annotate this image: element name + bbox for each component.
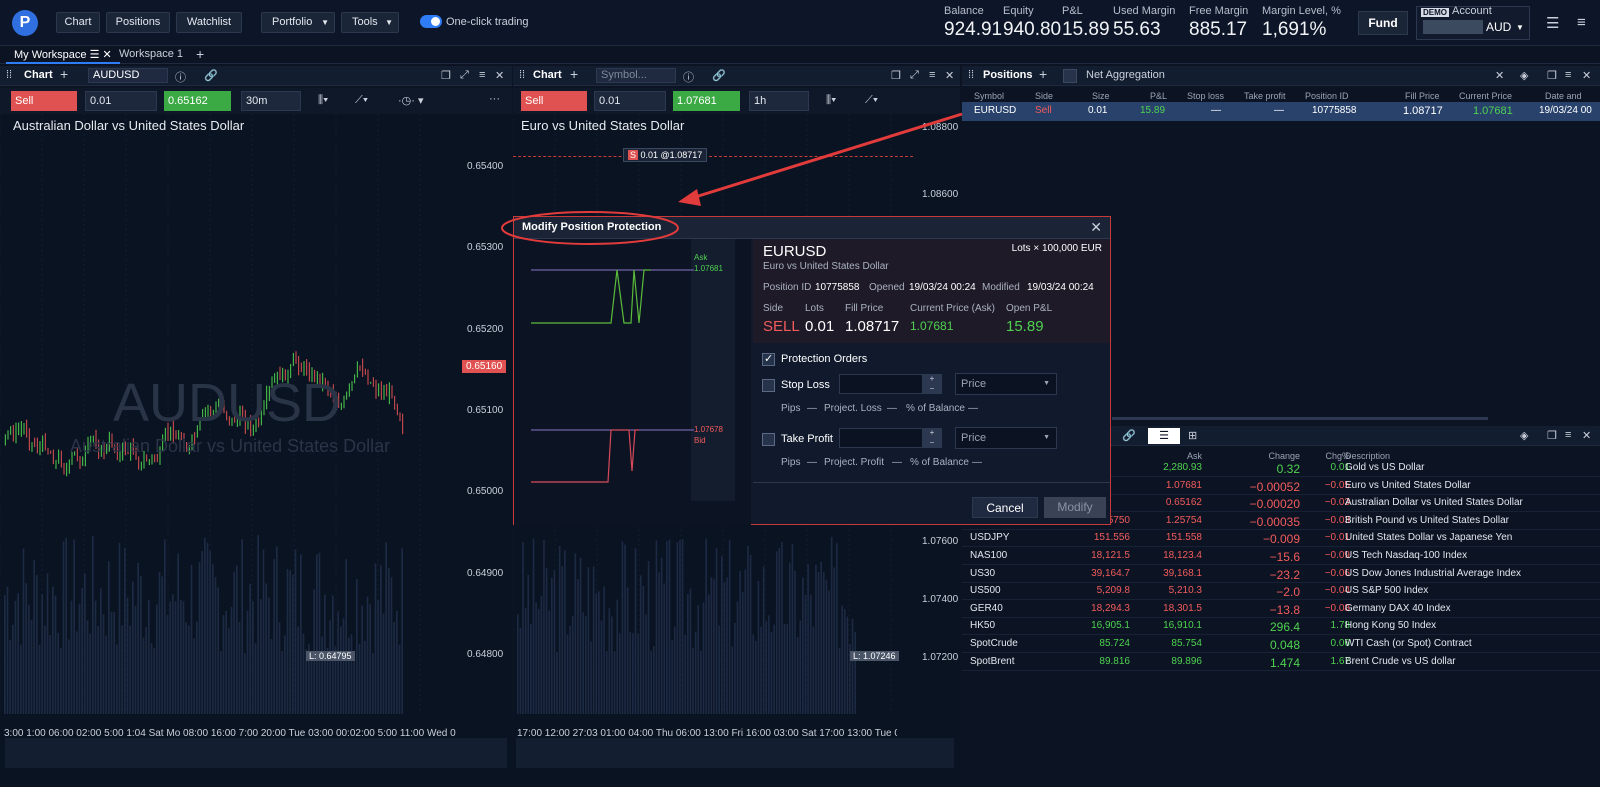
- annotation-overlay: [501, 112, 963, 245]
- annotation-arrow-line: [691, 112, 963, 200]
- annotation-circle: [501, 211, 679, 245]
- annotation-arrow-head: [678, 189, 701, 206]
